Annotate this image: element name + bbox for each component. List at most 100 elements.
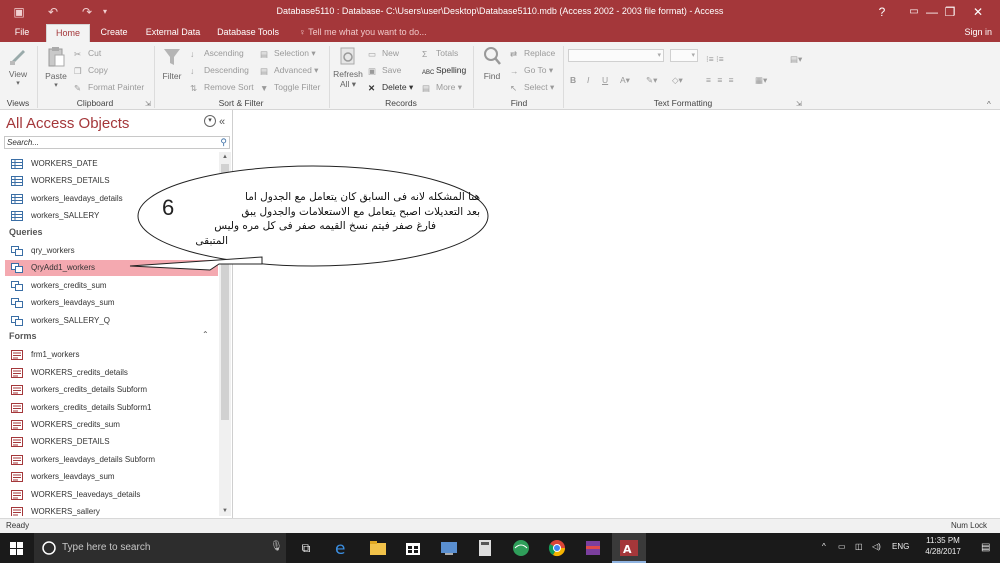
more-button[interactable]: ▤ More ▾ bbox=[422, 80, 462, 94]
form-item[interactable]: WORKERS_credits_sum bbox=[5, 417, 218, 433]
query-item[interactable]: workers_credits_sum bbox=[5, 278, 218, 294]
sign-in-link[interactable]: Sign in bbox=[964, 24, 992, 42]
paste-button[interactable]: Paste ▾ bbox=[42, 46, 70, 89]
form-item[interactable]: workers_credits_details Subform bbox=[5, 382, 218, 398]
windows-start-icon[interactable] bbox=[10, 542, 23, 555]
table-item[interactable]: WORKERS_DATE bbox=[5, 156, 218, 172]
tab-file[interactable]: File bbox=[8, 24, 36, 42]
find-button[interactable]: Find bbox=[478, 46, 506, 81]
document-workspace bbox=[234, 110, 1000, 518]
align-buttons[interactable]: ≡ ≡ ≡ bbox=[706, 73, 736, 87]
winrar-icon[interactable] bbox=[583, 538, 603, 558]
form-item-label: frm1_workers bbox=[31, 350, 80, 360]
table-item[interactable]: WORKERS_DETAILS bbox=[5, 173, 218, 189]
form-item[interactable]: WORKERS_DETAILS bbox=[5, 434, 218, 450]
alt-row-color-button[interactable]: ▤▾ bbox=[790, 52, 802, 66]
clock[interactable]: 11:35 PM 4/28/2017 bbox=[917, 536, 969, 556]
view-button[interactable]: View ▾ bbox=[4, 46, 32, 87]
format-painter-button[interactable]: ✎ Format Painter bbox=[74, 80, 144, 94]
store-icon[interactable] bbox=[403, 538, 423, 558]
nav-pane-title[interactable]: All Access Objects bbox=[6, 115, 129, 132]
network-icon[interactable]: ◫ bbox=[855, 542, 863, 551]
fill-color-button[interactable]: ◇▾ bbox=[672, 73, 683, 87]
delete-button[interactable]: ✕ Delete ▾ bbox=[368, 80, 413, 94]
bold-button[interactable]: B bbox=[570, 73, 576, 87]
annotation-line: هنا المشكله لانه فى السابق كان يتعامل مع… bbox=[245, 191, 480, 203]
highlight-button[interactable]: ✎▾ bbox=[646, 73, 657, 87]
query-item[interactable]: workers_SALLERY_Q bbox=[5, 313, 218, 329]
underline-button[interactable]: U bbox=[602, 73, 608, 87]
save-record-button[interactable]: ▣ Save bbox=[368, 63, 401, 77]
spelling-button[interactable]: ABC Spelling bbox=[422, 63, 466, 77]
select-button[interactable]: ↖ Select ▾ bbox=[510, 80, 554, 94]
sigma-icon: Σ bbox=[422, 49, 428, 59]
query-item[interactable]: QryAdd1_workers bbox=[5, 260, 218, 277]
query-item[interactable]: workers_leavdays_sum bbox=[5, 295, 218, 311]
form-item[interactable]: WORKERS_leavedays_details bbox=[5, 487, 218, 503]
selection-button[interactable]: ▤ Selection ▾ bbox=[260, 46, 316, 60]
totals-button[interactable]: Σ Totals bbox=[422, 46, 458, 60]
form-item[interactable]: workers_leavdays_details Subform bbox=[5, 452, 218, 468]
replace-button[interactable]: ⇄ Replace bbox=[510, 46, 555, 60]
form-item[interactable]: WORKERS_credits_details bbox=[5, 365, 218, 381]
notifications-icon[interactable]: ▤ bbox=[981, 542, 990, 553]
new-record-button[interactable]: ▭ New bbox=[368, 46, 399, 60]
chrome-icon[interactable] bbox=[547, 538, 567, 558]
refresh-all-button[interactable]: Refresh All ▾ bbox=[332, 46, 364, 90]
list-buttons[interactable]: ⁝≡ ⁝≡ bbox=[706, 52, 724, 66]
filter-button[interactable]: Filter bbox=[158, 46, 186, 81]
file-explorer-icon[interactable] bbox=[368, 538, 388, 558]
close-button[interactable]: ✕ bbox=[962, 0, 994, 24]
access-taskbar-button[interactable]: A bbox=[612, 533, 646, 563]
tab-external-data[interactable]: External Data bbox=[142, 24, 204, 42]
collapse-ribbon-icon[interactable]: ^ bbox=[987, 100, 991, 109]
font-color-button[interactable]: A▾ bbox=[620, 73, 630, 87]
toggle-filter-button[interactable]: ▼ Toggle Filter bbox=[260, 80, 320, 94]
nav-search-input[interactable]: Search... ⚲ bbox=[4, 136, 230, 149]
form-icon bbox=[11, 437, 23, 448]
tab-home[interactable]: Home bbox=[46, 24, 90, 42]
form-item[interactable]: workers_leavdays_sum bbox=[5, 469, 218, 485]
queries-header[interactable]: Queries bbox=[9, 225, 43, 239]
text-formatting-launcher-icon[interactable]: ⇲ bbox=[796, 100, 802, 108]
tab-database-tools[interactable]: Database Tools bbox=[212, 24, 284, 42]
descending-button[interactable]: ↓ Descending bbox=[190, 63, 249, 77]
volume-icon[interactable]: ◁) bbox=[872, 542, 881, 551]
collapse-group-icon[interactable]: ⌃ bbox=[202, 330, 209, 339]
microphone-icon[interactable]: 🎙︎ bbox=[270, 541, 283, 552]
ascending-button[interactable]: ↓ Ascending bbox=[190, 46, 244, 60]
nav-menu-icon[interactable]: ▾ bbox=[204, 115, 216, 127]
font-size-combo[interactable]: ▾ bbox=[670, 49, 698, 62]
copy-button[interactable]: ❐ Copy bbox=[74, 63, 108, 77]
tell-me-text: Tell me what you want to do... bbox=[308, 27, 427, 37]
network-app-icon[interactable] bbox=[439, 538, 459, 558]
advanced-button[interactable]: ▤ Advanced ▾ bbox=[260, 63, 318, 77]
edge-icon[interactable]: e bbox=[332, 538, 352, 558]
tell-me-box[interactable]: ♀ Tell me what you want to do... bbox=[299, 24, 427, 42]
goto-button[interactable]: → Go To ▾ bbox=[510, 63, 553, 77]
task-view-icon[interactable]: ⧉ bbox=[296, 538, 316, 558]
show-hidden-icons[interactable]: ^ bbox=[822, 542, 826, 551]
taskbar-search-box[interactable]: Type here to search 🎙︎ bbox=[34, 533, 286, 563]
form-item[interactable]: frm1_workers bbox=[5, 347, 218, 363]
globe-app-icon[interactable] bbox=[511, 538, 531, 558]
clipboard-launcher-icon[interactable]: ⇲ bbox=[145, 100, 151, 108]
gridlines-button[interactable]: ▦▾ bbox=[755, 73, 767, 87]
forms-header[interactable]: Forms bbox=[9, 329, 37, 343]
form-icon bbox=[11, 350, 23, 361]
form-item[interactable]: WORKERS_sallery bbox=[5, 504, 218, 516]
battery-icon[interactable]: ▭ bbox=[838, 542, 846, 551]
remove-sort-button[interactable]: ⇅ Remove Sort bbox=[190, 80, 254, 94]
font-name-combo[interactable]: ▾ bbox=[568, 49, 664, 62]
help-button[interactable]: ? bbox=[866, 0, 898, 24]
language-indicator[interactable]: ENG bbox=[892, 542, 909, 551]
shutter-bar-close-icon[interactable]: « bbox=[219, 116, 225, 128]
form-item[interactable]: workers_credits_details Subform1 bbox=[5, 400, 218, 416]
italic-button[interactable]: I bbox=[587, 73, 589, 87]
highlight-icon: ✎▾ bbox=[646, 75, 658, 85]
cut-button[interactable]: ✂ Cut bbox=[74, 46, 101, 60]
form-icon bbox=[11, 367, 23, 378]
divider bbox=[473, 46, 474, 108]
tab-create[interactable]: Create bbox=[96, 24, 132, 42]
calculator-icon[interactable] bbox=[475, 538, 495, 558]
